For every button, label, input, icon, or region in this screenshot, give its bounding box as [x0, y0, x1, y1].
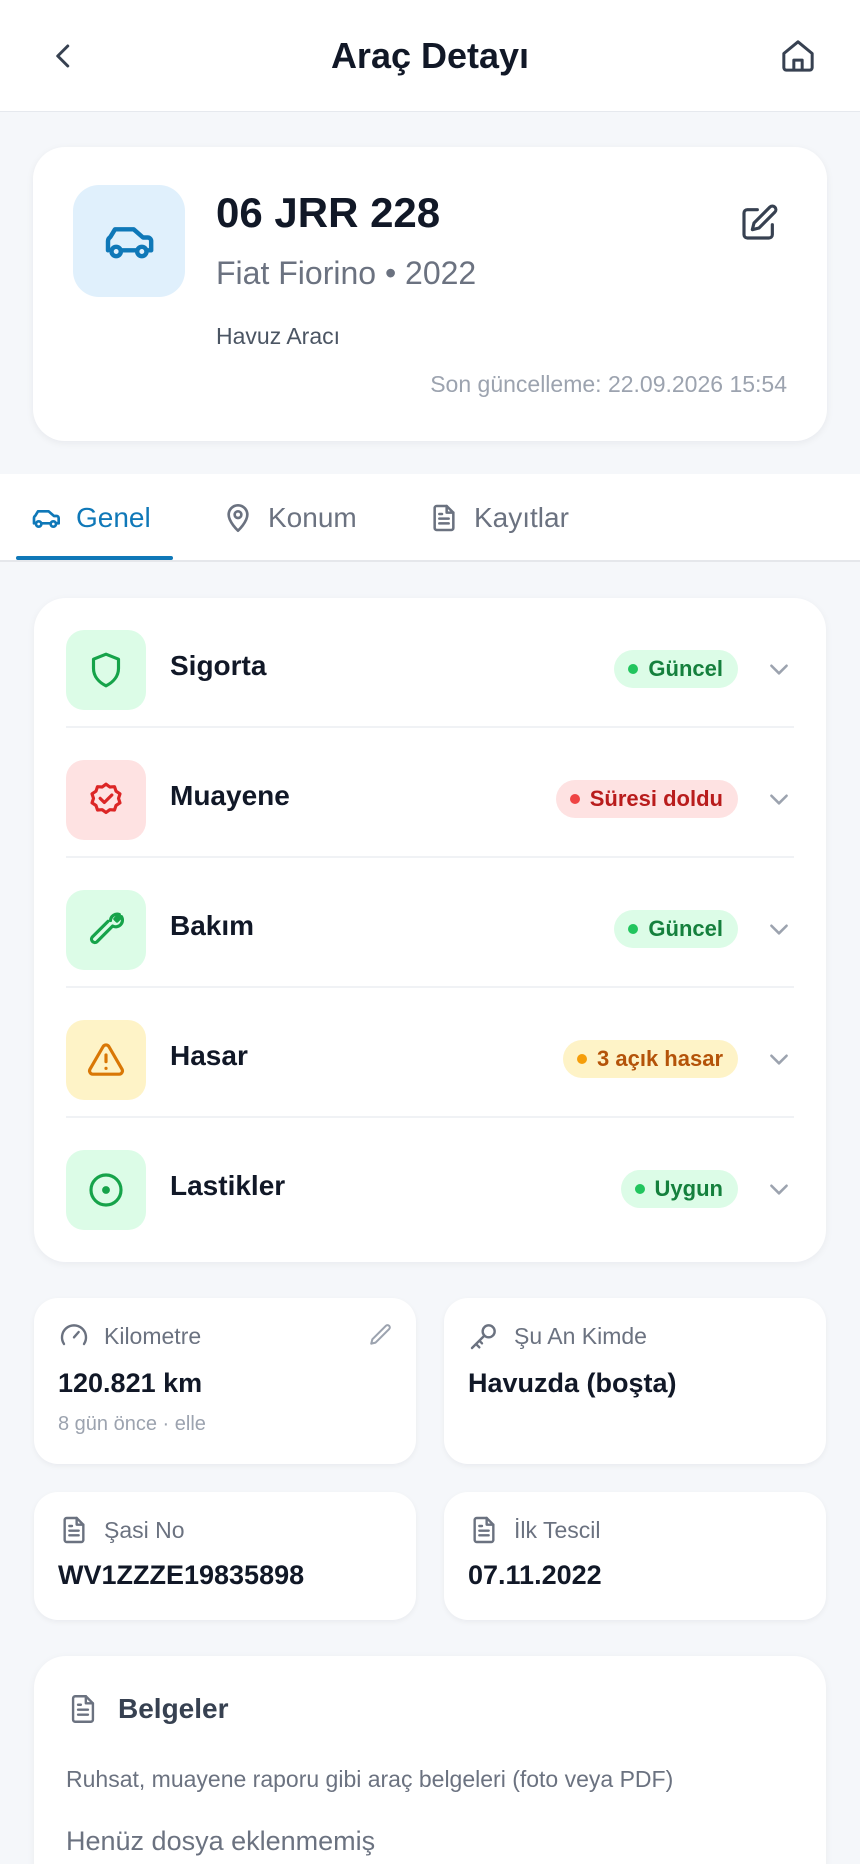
documents-title: Belgeler	[118, 1693, 229, 1724]
warning-icon	[87, 1043, 125, 1076]
map-pin-icon	[227, 504, 249, 532]
holder-header: Şu An Kimde	[468, 1320, 647, 1352]
documents-header: Belgeler	[66, 1692, 229, 1726]
chevron-down-icon	[770, 664, 788, 675]
status-label: Muayene	[170, 780, 290, 811]
status-badge-text: Uygun	[654, 1176, 723, 1201]
tab-label: Konum	[268, 502, 357, 533]
tab-label: Genel	[76, 502, 151, 533]
chassis-label: Şasi No	[104, 1516, 185, 1543]
gauge-icon	[60, 1324, 88, 1346]
expand-button[interactable]	[764, 654, 794, 684]
status-dot	[577, 1054, 588, 1064]
status-row-lastikler[interactable]: Lastikler Uygun	[66, 1118, 794, 1248]
status-label: Hasar	[170, 1040, 248, 1071]
status-badge-text: 3 açık hasar	[597, 1046, 723, 1071]
status-badge-text: Güncel	[648, 916, 723, 941]
last-updated: Son güncelleme: 22.09.2026 15:54	[430, 371, 787, 397]
status-badge: Güncel	[614, 650, 738, 688]
status-dot	[628, 664, 639, 674]
status-icon-box	[66, 760, 146, 840]
tab-kayitlar[interactable]: Kayıtlar	[428, 496, 569, 540]
mileage-value: 120.821 km	[58, 1368, 203, 1398]
status-label: Bakım	[170, 910, 255, 941]
home-button[interactable]	[772, 30, 824, 82]
document-icon	[63, 1516, 85, 1544]
holder-value: Havuzda (boşta)	[468, 1368, 677, 1398]
chassis-card: Şasi No WV1ZZZE19835898	[34, 1492, 416, 1620]
mileage-header: Kilometre	[58, 1320, 201, 1352]
status-badge: 3 açık hasar	[563, 1040, 738, 1078]
chevron-down-icon	[770, 1184, 788, 1195]
registration-card: İlk Tescil 07.11.2022	[444, 1492, 826, 1620]
status-icon-box	[66, 1150, 146, 1230]
status-row-sigorta[interactable]: Sigorta Güncel	[66, 598, 794, 728]
tab-genel[interactable]: Genel	[30, 496, 151, 540]
status-badge: Güncel	[614, 910, 738, 948]
document-icon	[71, 1695, 95, 1723]
pencil-icon	[370, 1324, 391, 1345]
expand-button[interactable]	[764, 914, 794, 944]
status-badge-text: Güncel	[648, 656, 723, 681]
edit-icon	[742, 204, 778, 240]
holder-card: Şu An Kimde Havuzda (boşta)	[444, 1298, 826, 1464]
status-label: Lastikler	[170, 1170, 286, 1201]
edit-vehicle-button[interactable]	[735, 199, 783, 247]
shield-icon	[91, 652, 121, 688]
status-icon-box	[66, 1020, 146, 1100]
chevron-down-icon	[770, 794, 788, 805]
chassis-header: Şasi No	[58, 1514, 185, 1546]
status-label: Sigorta	[170, 650, 267, 681]
status-row-bakim[interactable]: Bakım Güncel	[66, 858, 794, 988]
active-tab-indicator	[16, 556, 173, 560]
vehicle-summary-card: 06 JRR 228 Fiat Fiorino • 2022 Havuz Ara…	[33, 147, 827, 441]
registration-header: İlk Tescil	[468, 1514, 601, 1546]
registration-value: 07.11.2022	[468, 1560, 602, 1590]
status-badge-text: Süresi doldu	[589, 786, 723, 811]
home-icon	[782, 40, 814, 72]
chassis-value: WV1ZZZE19835898	[58, 1560, 305, 1590]
badge-check-icon	[90, 782, 122, 815]
status-row-hasar[interactable]: Hasar 3 açık hasar	[66, 988, 794, 1118]
tab-label: Kayıtlar	[474, 502, 569, 533]
status-list-card: Sigorta Güncel Muayene Süresi doldu Bakı…	[34, 598, 826, 1262]
vehicle-plate: 06 JRR 228	[216, 189, 441, 236]
status-dot	[569, 794, 580, 804]
status-badge: Süresi doldu	[555, 780, 738, 818]
car-icon	[32, 510, 60, 528]
documents-empty-state: Henüz dosya eklenmemiş	[66, 1826, 376, 1856]
document-icon	[433, 504, 455, 532]
vehicle-type: Havuz Aracı	[216, 323, 340, 349]
status-badge: Uygun	[620, 1170, 738, 1208]
holder-label: Şu An Kimde	[514, 1322, 647, 1349]
mileage-source: 8 gün önce · elle	[58, 1413, 206, 1435]
chevron-down-icon	[770, 924, 788, 935]
top-bar: Araç Detayı	[0, 0, 860, 112]
page-title: Araç Detayı	[330, 35, 530, 76]
wrench-icon	[89, 912, 125, 945]
documents-description: Ruhsat, muayene raporu gibi araç belgele…	[66, 1766, 674, 1792]
status-dot	[628, 924, 639, 934]
registration-label: İlk Tescil	[514, 1516, 601, 1543]
car-icon	[105, 227, 154, 259]
status-row-muayene[interactable]: Muayene Süresi doldu	[66, 728, 794, 858]
expand-button[interactable]	[764, 1174, 794, 1204]
status-icon-box	[66, 890, 146, 970]
document-icon	[473, 1516, 495, 1544]
documents-card: Belgeler Ruhsat, muayene raporu gibi ara…	[34, 1656, 826, 1864]
status-dot	[634, 1184, 645, 1194]
tire-icon	[89, 1173, 123, 1207]
expand-button[interactable]	[764, 784, 794, 814]
status-icon-box	[66, 630, 146, 710]
chevron-down-icon	[770, 1054, 788, 1065]
mileage-card: Kilometre 120.821 km 8 gün önce · elle	[34, 1298, 416, 1464]
edit-mileage-button[interactable]	[368, 1322, 394, 1353]
vehicle-avatar	[73, 185, 185, 297]
expand-button[interactable]	[764, 1044, 794, 1074]
vehicle-model: Fiat Fiorino • 2022	[216, 255, 477, 291]
tab-bar: Genel Konum Kayıtlar	[0, 474, 860, 562]
key-icon	[470, 1324, 496, 1350]
mileage-label: Kilometre	[104, 1322, 202, 1349]
tab-konum[interactable]: Konum	[222, 496, 357, 540]
